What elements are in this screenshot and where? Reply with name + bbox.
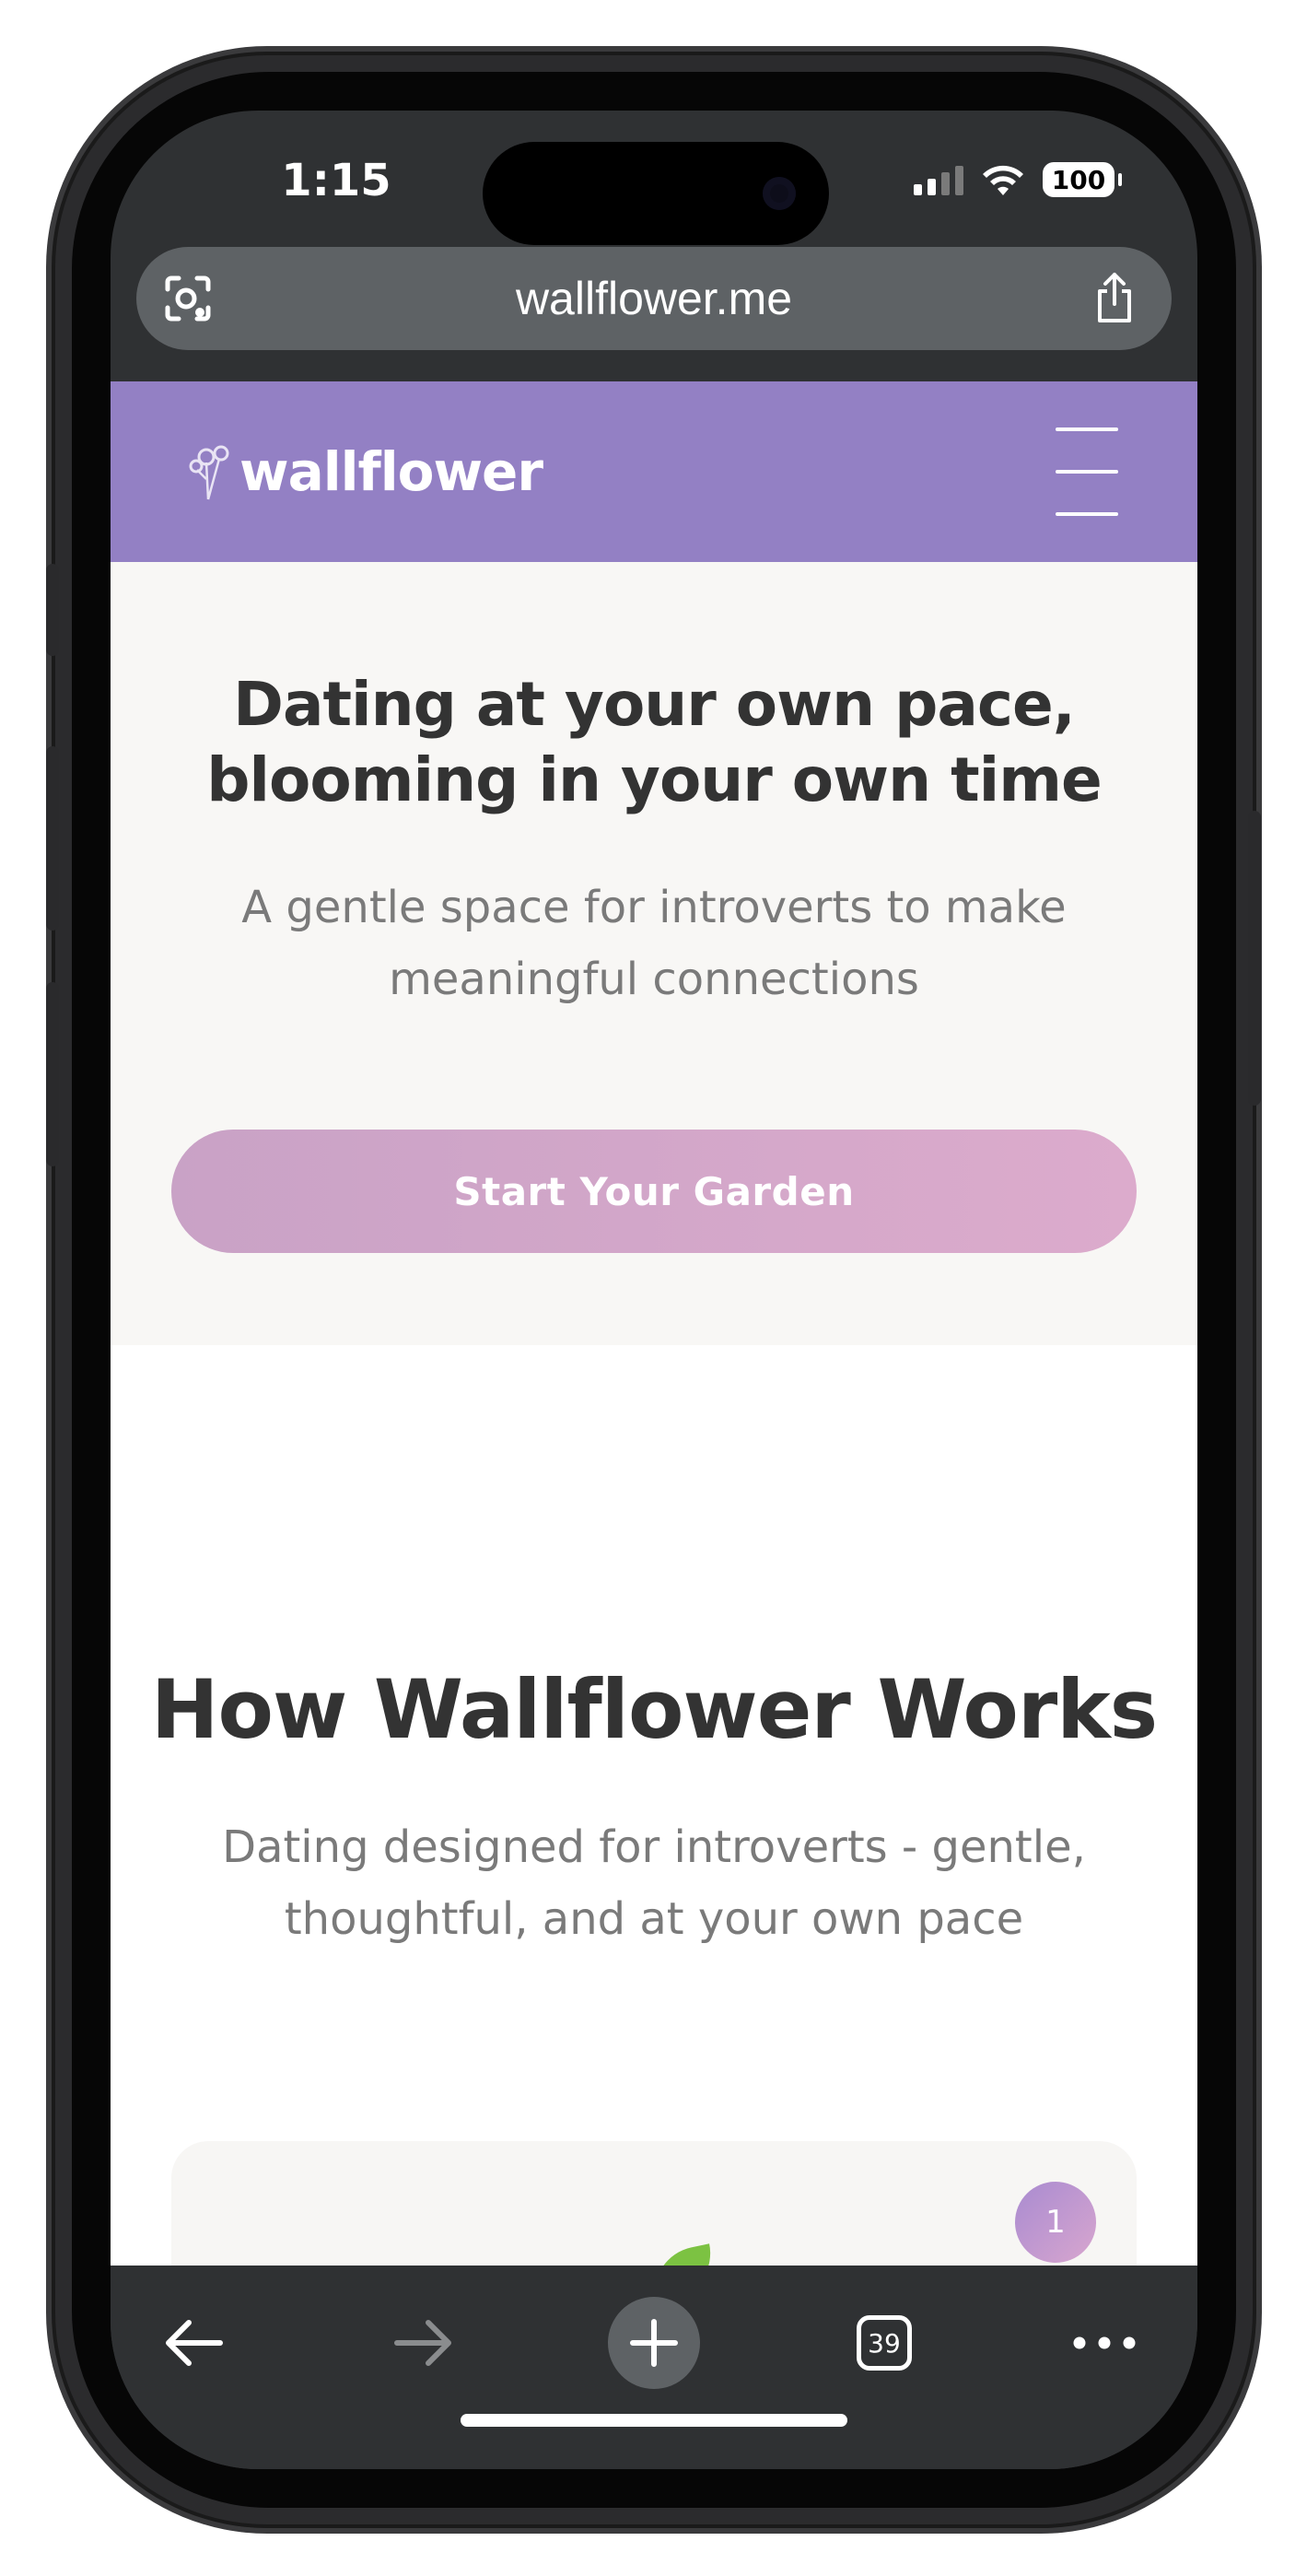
back-button[interactable]	[157, 2306, 230, 2380]
forward-button[interactable]	[387, 2306, 461, 2380]
hero-subtitle: A gentle space for introverts to make me…	[221, 872, 1087, 1015]
forward-arrow-icon	[394, 2320, 451, 2366]
power-button	[1248, 811, 1261, 1106]
dynamic-island	[483, 142, 829, 245]
wifi-icon	[983, 165, 1023, 195]
tabs-icon: 39	[857, 2315, 912, 2371]
site-logo[interactable]: wallflower	[188, 440, 543, 503]
share-icon[interactable]	[1091, 271, 1138, 326]
step-card: 1	[171, 2141, 1137, 2266]
url-text[interactable]: wallflower.me	[516, 272, 792, 325]
tabs-button[interactable]: 39	[847, 2306, 921, 2380]
back-arrow-icon	[166, 2320, 223, 2366]
visual-lookup-icon[interactable]	[162, 273, 214, 324]
flower-icon	[189, 445, 229, 500]
more-button[interactable]	[1063, 2306, 1146, 2380]
step-number-badge: 1	[1015, 2182, 1096, 2263]
plus-icon	[630, 2319, 678, 2367]
how-it-works-subtitle-line-2: thoughtful, and at your own pace	[284, 1893, 1024, 1945]
home-indicator[interactable]	[461, 2414, 847, 2427]
leaf-icon	[646, 2243, 719, 2266]
how-it-works-title: How Wallflower Works	[150, 1662, 1158, 1757]
status-time: 1:15	[281, 155, 391, 206]
tab-count: 39	[868, 2327, 901, 2359]
logo-text: wallflower	[239, 440, 543, 503]
browser-toolbar: 39	[111, 2266, 1197, 2469]
signal-icon	[914, 164, 963, 195]
hero-title-line-1: Dating at your own pace,	[233, 669, 1076, 740]
how-it-works-subtitle: Dating designed for introverts - gentle,…	[212, 1811, 1096, 1955]
hero-title-line-2: blooming in your own time	[206, 744, 1103, 815]
hero-section: Dating at your own pace, blooming in you…	[111, 562, 1197, 1345]
battery-level: 100	[1051, 164, 1106, 195]
site-header: wallflower	[111, 381, 1197, 562]
volume-up-button	[46, 746, 59, 931]
volume-down-button	[46, 982, 59, 1166]
web-page: wallflower Dating at your own pace, bloo…	[111, 381, 1197, 2266]
hero-subtitle-line-2: meaningful connections	[389, 954, 919, 1005]
start-your-garden-button[interactable]: Start Your Garden	[171, 1130, 1137, 1253]
more-icon	[1073, 2336, 1136, 2349]
camera-icon	[763, 177, 796, 210]
hero-subtitle-line-1: A gentle space for introverts to make	[241, 882, 1067, 933]
battery-icon: 100	[1043, 162, 1122, 197]
hamburger-icon[interactable]	[1056, 427, 1118, 516]
screen: 1:15 100 wallflower.me wallflower Dating…	[111, 111, 1197, 2469]
action-button	[46, 564, 59, 656]
status-icons: 100	[914, 162, 1122, 197]
how-it-works-subtitle-line-1: Dating designed for introverts - gentle,	[222, 1821, 1086, 1873]
new-tab-button[interactable]	[599, 2297, 709, 2389]
url-bar[interactable]: wallflower.me	[136, 247, 1172, 350]
hero-title: Dating at your own pace, blooming in you…	[166, 667, 1142, 818]
